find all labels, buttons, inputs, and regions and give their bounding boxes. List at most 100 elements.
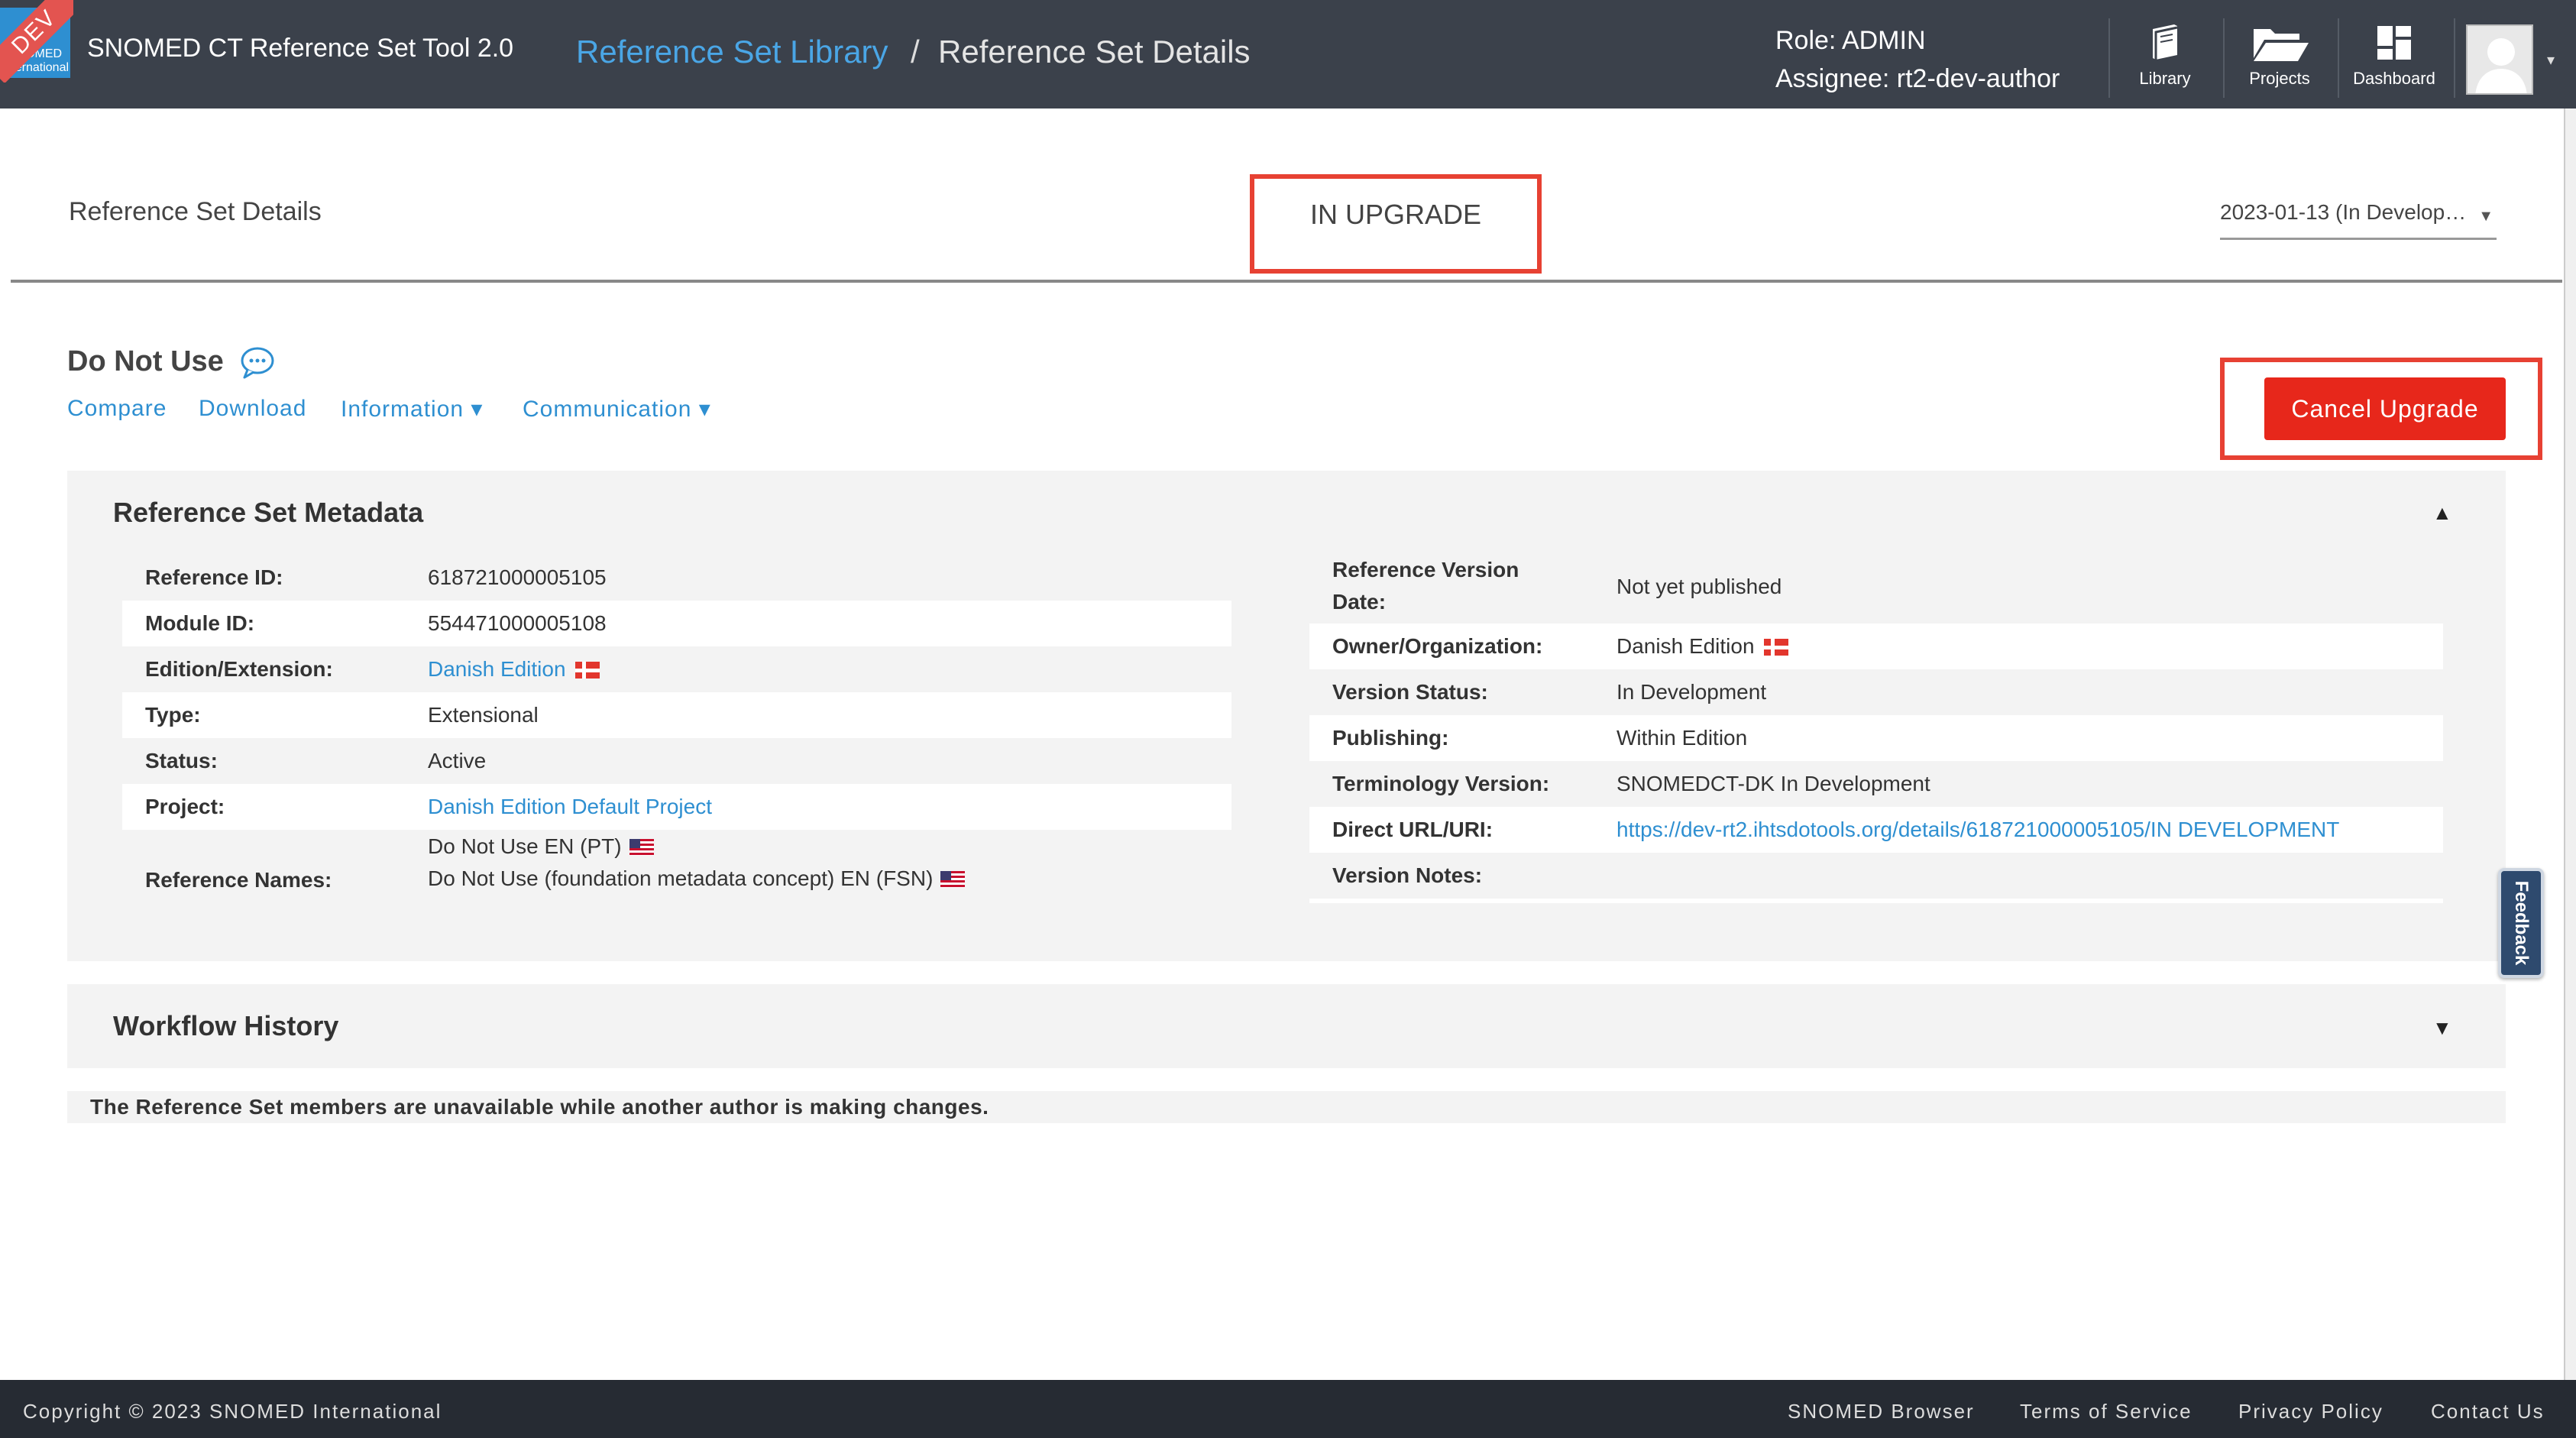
metadata-panel-title: Reference Set Metadata — [113, 497, 424, 528]
metadata-row: Publishing: Within Edition — [1309, 715, 2443, 761]
communication-menu[interactable]: Communication ▾ — [523, 396, 711, 423]
library-nav-button[interactable]: Library — [2112, 21, 2218, 98]
reference-name-fsn: Do Not Use (foundation metadata concept)… — [428, 866, 966, 891]
field-label: Terminology Version: — [1332, 772, 1550, 795]
privacy-policy-link[interactable]: Privacy Policy — [2238, 1400, 2383, 1423]
us-flag-icon — [629, 839, 654, 856]
expand-toggle-icon[interactable]: ▼ — [2432, 1016, 2452, 1040]
feedback-tab[interactable]: Feedback — [2498, 868, 2544, 978]
information-menu[interactable]: Information ▾ — [341, 396, 483, 423]
field-label: Owner/Organization: — [1332, 634, 1543, 658]
field-label: Reference Version — [1332, 558, 1519, 581]
metadata-row: Project: Danish Edition Default Project — [122, 784, 1231, 830]
download-link[interactable]: Download — [199, 396, 306, 422]
version-select-value: 2023-01-13 (In Development) — [2220, 200, 2472, 224]
contact-us-link[interactable]: Contact Us — [2431, 1400, 2545, 1423]
denmark-flag-icon — [1763, 639, 1788, 656]
collapse-toggle-icon[interactable]: ▲ — [2432, 501, 2452, 525]
terminology-version-value: SNOMEDCT-DK In Development — [1616, 772, 1930, 795]
direct-url-link[interactable]: https://dev-rt2.ihtsdotools.org/details/… — [1616, 818, 2339, 842]
nav-divider — [2338, 18, 2339, 98]
metadata-left-column: Reference ID: 618721000005105 Module ID:… — [122, 555, 1231, 940]
field-label: Module ID: — [145, 611, 255, 635]
metadata-row: Reference Names: Do Not Use EN (PT) Do N… — [122, 830, 1231, 940]
metadata-row: Reference ID: 618721000005105 — [122, 555, 1231, 601]
metadata-row: Reference Version Date: Not yet publishe… — [1309, 555, 2443, 623]
edition-value: Danish Edition — [428, 657, 600, 682]
page-title: Reference Set Details — [69, 197, 322, 226]
project-link[interactable]: Danish Edition Default Project — [428, 795, 712, 819]
workflow-history-title: Workflow History — [113, 1010, 339, 1041]
metadata-row: Version Notes: — [1309, 853, 2443, 899]
reference-name-pt-text: Do Not Use EN (PT) — [428, 834, 622, 858]
projects-nav-button[interactable]: Projects — [2226, 21, 2333, 98]
metadata-row: Owner/Organization: Danish Edition — [1309, 623, 2443, 669]
owner-text: Danish Edition — [1616, 634, 1755, 658]
folder-open-icon — [2254, 29, 2309, 61]
nav-divider — [2223, 18, 2225, 98]
cancel-upgrade-button[interactable]: Cancel Upgrade — [2264, 377, 2506, 440]
field-label: Direct URL/URI: — [1332, 818, 1493, 841]
reference-name-pt: Do Not Use EN (PT) — [428, 834, 654, 859]
denmark-flag-icon — [574, 662, 600, 679]
metadata-row: Edition/Extension: Danish Edition — [122, 646, 1231, 692]
top-navbar: SNOMED International DEV SNOMED CT Refer… — [0, 0, 2576, 108]
field-label: Reference ID: — [145, 565, 283, 589]
user-role-info: Role: ADMIN Assignee: rt2-dev-author — [1775, 21, 2060, 98]
library-nav-label: Library — [2139, 69, 2191, 88]
dashboard-icon — [2377, 26, 2411, 60]
field-label: Status: — [145, 749, 218, 772]
metadata-row: Status: Active — [122, 738, 1231, 784]
status-label: IN UPGRADE — [1309, 199, 1482, 230]
us-flag-icon — [940, 871, 966, 888]
book-icon — [2153, 24, 2178, 60]
field-label: Reference Names: — [145, 868, 332, 892]
metadata-row: Terminology Version: SNOMEDCT-DK In Deve… — [1309, 761, 2443, 807]
scrollbar[interactable] — [2564, 108, 2576, 1380]
projects-nav-label: Projects — [2249, 69, 2310, 88]
role-label: Role: ADMIN — [1775, 26, 1926, 55]
compare-link[interactable]: Compare — [67, 396, 167, 422]
comment-icon[interactable] — [238, 345, 277, 379]
logo[interactable]: SNOMED International DEV — [0, 0, 73, 83]
breadcrumb-current: Reference Set Details — [938, 34, 1251, 70]
field-label: Version Notes: — [1332, 863, 1483, 887]
avatar[interactable] — [2466, 24, 2533, 95]
metadata-row: Type: Extensional — [122, 692, 1231, 738]
version-date-value: Not yet published — [1616, 575, 1782, 598]
breadcrumb-separator: / — [911, 34, 920, 70]
dashboard-nav-label: Dashboard — [2353, 69, 2435, 88]
status-highlight: IN UPGRADE — [1250, 174, 1542, 274]
nav-divider — [2108, 18, 2110, 98]
dashboard-nav-button[interactable]: Dashboard — [2341, 21, 2448, 98]
terms-of-service-link[interactable]: Terms of Service — [2020, 1400, 2193, 1423]
snomed-browser-link[interactable]: SNOMED Browser — [1788, 1400, 1975, 1423]
field-label: Publishing: — [1332, 726, 1449, 750]
version-status-value: In Development — [1616, 680, 1767, 704]
field-label: Date: — [1332, 590, 1387, 614]
metadata-row: Module ID: 554471000005108 — [122, 601, 1231, 646]
chevron-down-icon: ▼ — [2478, 208, 2493, 225]
workflow-history-panel[interactable]: Workflow History ▼ — [67, 984, 2506, 1068]
assignee-label: Assignee: rt2-dev-author — [1775, 64, 2060, 93]
field-label: Version Status: — [1332, 680, 1488, 704]
app-title: SNOMED CT Reference Set Tool 2.0 — [87, 34, 514, 63]
footer: Copyright © 2023 SNOMED International SN… — [0, 1380, 2576, 1438]
nav-divider — [2454, 18, 2455, 98]
edition-link[interactable]: Danish Edition — [428, 657, 566, 681]
status-value: Active — [428, 749, 487, 772]
field-label: Type: — [145, 703, 201, 727]
breadcrumb-library-link[interactable]: Reference Set Library — [576, 34, 888, 70]
chevron-down-icon[interactable]: ▾ — [2547, 50, 2555, 70]
metadata-row: Direct URL/URI: https://dev-rt2.ihtsdoto… — [1309, 807, 2443, 853]
publishing-value: Within Edition — [1616, 726, 1748, 750]
field-label: Project: — [145, 795, 225, 818]
members-unavailable-notice: The Reference Set members are unavailabl… — [67, 1091, 2506, 1123]
type-value: Extensional — [428, 703, 539, 727]
module-id-value: 554471000005108 — [428, 611, 607, 635]
metadata-row: Version Status: In Development — [1309, 669, 2443, 715]
version-select[interactable]: 2023-01-13 (In Development) ▼ — [2220, 200, 2497, 240]
owner-value: Danish Edition — [1616, 634, 1788, 659]
reference-name-fsn-text: Do Not Use (foundation metadata concept)… — [428, 866, 934, 890]
divider — [11, 280, 2562, 283]
